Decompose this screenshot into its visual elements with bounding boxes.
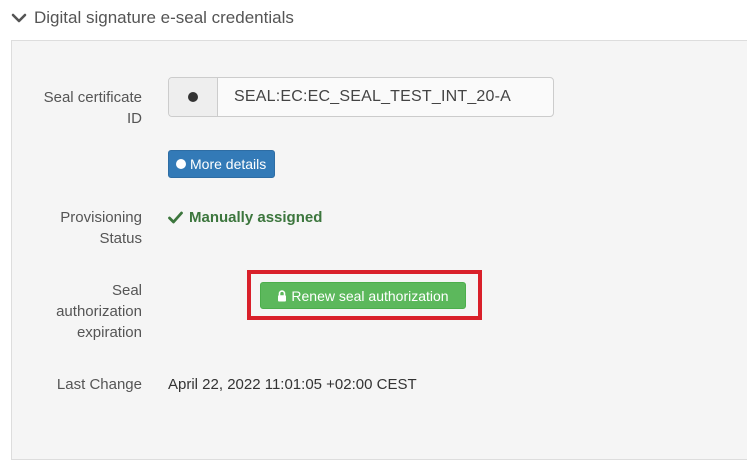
more-details-label: More details: [190, 156, 267, 172]
renew-seal-authorization-button[interactable]: Renew seal authorization: [260, 282, 466, 309]
provisioning-status-value: Manually assigned: [168, 207, 322, 228]
last-change-label: Last Change: [56, 376, 142, 393]
seal-authorization-expiration-label: Seal authorization expiration: [56, 282, 142, 341]
circle-icon: [169, 78, 218, 116]
section-header-eseal[interactable]: Digital signature e-seal credentials: [10, 6, 294, 30]
seal-certificate-id-label: Seal certificate ID: [43, 89, 142, 127]
circle-icon: [176, 159, 186, 169]
provisioning-status-text: Manually assigned: [189, 209, 323, 226]
provisioning-status-label: Provisioning Status: [60, 209, 142, 247]
last-change-value: April 22, 2022 11:01:05 +02:00 CEST: [168, 376, 417, 393]
more-details-button[interactable]: More details: [168, 150, 276, 178]
check-icon: [168, 211, 183, 224]
seal-certificate-id-value: SEAL:EC:EC_SEAL_TEST_INT_20-A: [234, 88, 512, 105]
lock-icon: [277, 289, 287, 302]
chevron-down-icon: [10, 9, 28, 27]
section-title: Digital signature e-seal credentials: [34, 8, 294, 27]
renew-seal-authorization-label: Renew seal authorization: [291, 287, 449, 304]
seal-certificate-id-field: SEAL:EC:EC_SEAL_TEST_INT_20-A: [168, 77, 554, 117]
